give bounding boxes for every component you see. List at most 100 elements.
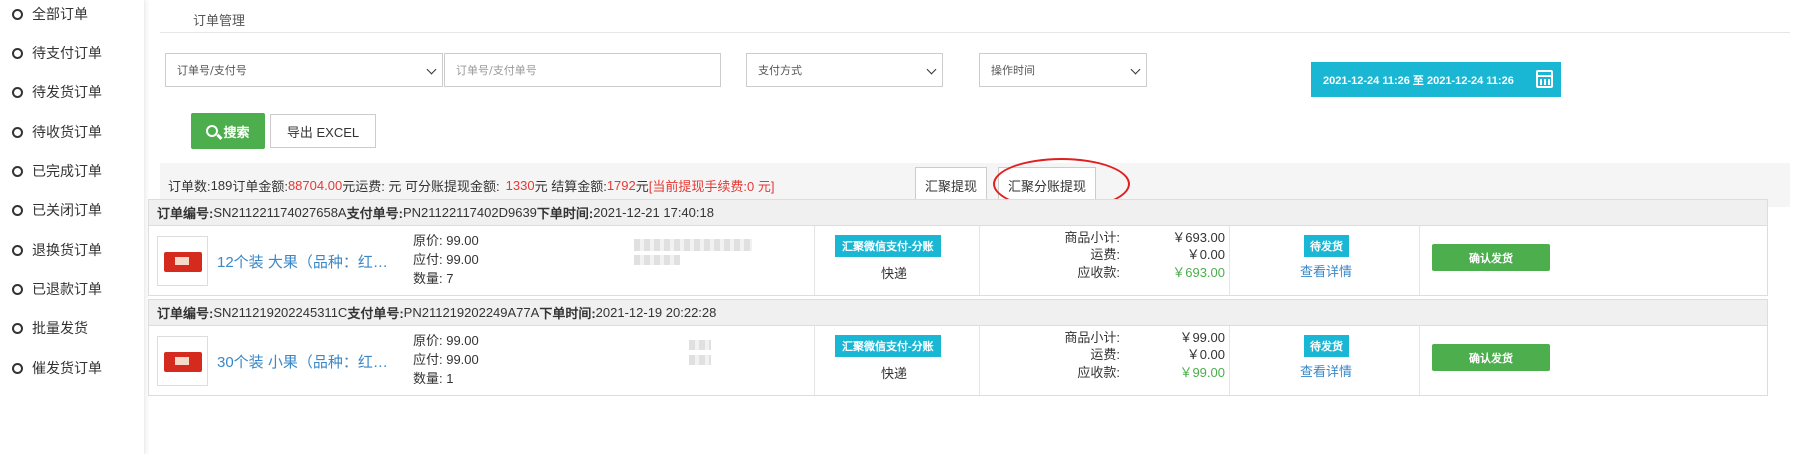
product-name-link[interactable]: 12个装 大果（品种：红富士） [217,251,402,272]
redacted-buyer [634,255,680,265]
freight-label: 运费: [1090,347,1120,362]
sidebar: 全部订单 待支付订单 待发货订单 待收货订单 已完成订单 已关闭订单 退换货订单… [0,0,145,454]
input-placeholder: 订单号/支付单号 [456,64,537,77]
quantity: 数量: 1 [413,371,454,386]
sidebar-item-returns[interactable]: 退换货订单 [12,240,102,260]
order-time: 2021-12-19 20:22:28 [595,305,717,320]
time-type-select[interactable]: 操作时间 [979,53,1147,87]
sidebar-item-label: 待发货订单 [32,84,102,100]
payable-price: 应付: 99.00 [413,352,479,367]
order-card: 订单编号: SN211221174027658A 支付单号: PN2112211… [148,199,1768,296]
freight-label: 运费: [1090,247,1120,262]
sidebar-item-batch-ship[interactable]: 批量发货 [12,318,88,338]
order-no-label: 订单编号: [157,306,214,321]
chevron-down-icon [926,64,937,75]
freight: ￥0.00 [1186,347,1225,362]
product-image[interactable] [157,236,208,286]
payment-badge: 汇聚微信支付-分账 [835,335,941,357]
order-no-label: 订单编号: [157,206,214,221]
redacted-buyer [689,355,711,365]
confirm-ship-button[interactable]: 确认发货 [1432,344,1550,371]
page-title: 订单管理 [193,13,246,28]
order-body: 12个装 大果（品种：红富士） 原价: 99.00 应付: 99.00 数量: … [149,226,1767,295]
product-name-link[interactable]: 30个装 小果（品种：红富士） [217,351,402,372]
export-label: 导出 EXCEL [286,124,360,140]
original-price: 原价: 99.00 [413,233,479,248]
sidebar-item-closed[interactable]: 已关闭订单 [12,200,102,220]
withdraw-button[interactable]: 汇聚提现 [915,167,987,203]
search-label: 搜索 [223,124,250,140]
circle-icon [12,244,23,256]
receivable-label: 应收款: [1077,265,1120,280]
status-cell: 待发货 查看详情 [1229,226,1419,295]
view-detail-link[interactable]: 查看详情 [1300,361,1352,380]
date-range-text: 2021-12-24 11:26 至 2021-12-24 11:26 [1323,74,1514,87]
payment-cell: 汇聚微信支付-分账 快递 [814,326,979,395]
sidebar-item-pending-payment[interactable]: 待支付订单 [12,43,102,63]
split-unit: 元 结算金额: [534,178,607,194]
time-label: 下单时间: [539,306,596,321]
totals-cell: 商品小计: ￥99.00 运费: ￥0.00 应收款: ￥99.00 [979,326,1229,395]
product-box [164,252,202,272]
chevron-down-icon [426,64,437,75]
order-amount: 88704.00 [287,177,343,193]
order-time: 2021-12-21 17:40:18 [593,205,714,220]
payment-badge: 汇聚微信支付-分账 [835,235,941,257]
order-type-select[interactable]: 订单号/支付号 [165,53,443,87]
pay-no: PN211219202249A77A [403,305,540,320]
sidebar-item-label: 批量发货 [32,320,88,336]
subtotal-label: 商品小计: [1064,230,1120,245]
divider [160,32,1790,33]
main-content: 订单管理 订单号/支付号 订单号/支付单号 支付方式 操作时间 2021-12-… [148,0,1790,454]
circle-icon [12,322,23,334]
sidebar-item-label: 退换货订单 [32,242,102,258]
circle-icon [12,126,23,138]
circle-icon [12,8,23,20]
order-header: 订单编号: SN211221174027658A 支付单号: PN2112211… [149,200,1767,226]
action-cell: 确认发货 [1419,326,1769,395]
price-block: 原价: 99.00 应付: 99.00 数量: 1 [413,331,479,388]
receivable-label: 应收款: [1077,365,1120,380]
price-block: 原价: 99.00 应付: 99.00 数量: 7 [413,231,479,288]
status-cell: 待发货 查看详情 [1229,326,1419,395]
search-button[interactable]: 搜索 [191,113,265,149]
pay-no: PN21122117402D9639 [402,205,537,220]
product-image[interactable] [157,336,208,386]
receivable: ￥693.00 [1172,265,1225,280]
time-label: 下单时间: [536,206,594,221]
date-range-picker[interactable]: 2021-12-24 11:26 至 2021-12-24 11:26 [1311,62,1561,97]
select-value: 操作时间 [991,64,1035,77]
view-detail-link[interactable]: 查看详情 [1300,261,1352,280]
product-box [164,352,202,372]
sidebar-item-refunded[interactable]: 已退款订单 [12,279,102,299]
pay-method-select[interactable]: 支付方式 [746,53,943,87]
circle-icon [12,362,23,374]
export-excel-button[interactable]: 导出 EXCEL [270,114,376,148]
original-price: 原价: 99.00 [413,333,479,348]
withdraw-label: 汇聚提现 [924,178,977,194]
settle-unit: 元 [635,178,649,194]
sidebar-item-label: 已退款订单 [32,281,102,297]
subtotal-label: 商品小计: [1064,330,1120,345]
totals-cell: 商品小计: ￥693.00 运费: ￥0.00 应收款: ￥693.00 [979,226,1229,295]
sidebar-item-pending-shipment[interactable]: 待发货订单 [12,82,102,102]
order-no-input[interactable]: 订单号/支付单号 [444,53,721,87]
circle-icon [12,86,23,98]
confirm-ship-button[interactable]: 确认发货 [1432,244,1550,271]
order-body: 30个装 小果（品种：红富士） 原价: 99.00 应付: 99.00 数量: … [149,326,1767,395]
sidebar-item-completed[interactable]: 已完成订单 [12,161,102,181]
order-count: 189 [210,177,233,193]
status-badge: 待发货 [1304,335,1349,357]
receivable: ￥99.00 [1179,365,1225,380]
shipping-method: 快递 [881,266,908,281]
redacted-buyer [689,340,711,350]
action-cell: 确认发货 [1419,226,1769,295]
sidebar-item-label: 待收货订单 [32,124,102,140]
sidebar-item-pending-receipt[interactable]: 待收货订单 [12,122,102,142]
sidebar-item-urge-ship[interactable]: 催发货订单 [12,358,102,378]
sidebar-item-all-orders[interactable]: 全部订单 [12,4,88,24]
order-no: SN211219202245311C [213,305,348,320]
freight: ￥0.00 [1186,247,1225,262]
fee-note: [当前提现手续费:0 元] [648,178,775,194]
split-amount: 1330 [505,177,535,193]
